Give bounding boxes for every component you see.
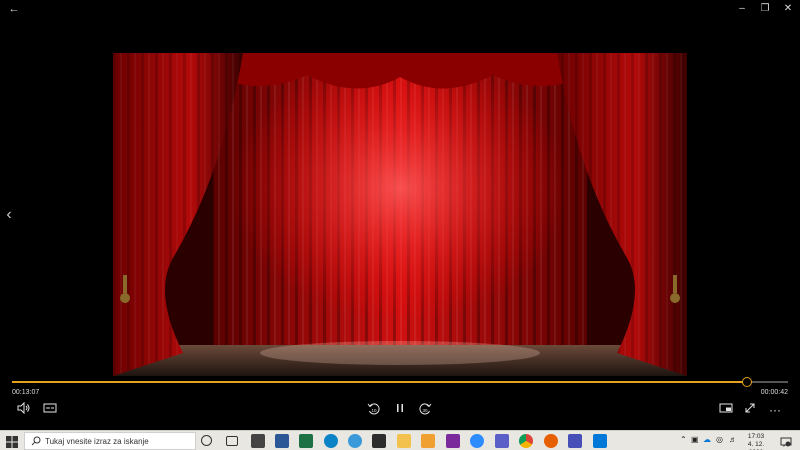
clock-time: 17:03 (747, 433, 765, 440)
chevron-left-icon: ‹ (6, 206, 12, 223)
maximize-icon: ❐ (760, 3, 770, 14)
seek-bar[interactable] (12, 377, 788, 387)
taskbar: Tukaj vnesite izraz za iskanje ⌃ ▣ ☁ ◎ ♬… (0, 430, 800, 450)
notification-button[interactable] (780, 435, 792, 447)
maximize-button[interactable]: ❐ (753, 0, 777, 18)
start-button[interactable] (6, 435, 18, 448)
arrow-left-icon: ← (8, 3, 20, 15)
onedrive-icon[interactable]: ☁ (703, 435, 711, 444)
file-explorer-icon[interactable] (397, 434, 411, 448)
skip-back-10-icon: 10 (367, 403, 380, 415)
svg-text:30: 30 (423, 408, 429, 413)
pause-icon (397, 404, 403, 412)
teams-2-icon[interactable] (568, 434, 582, 448)
task-view-icon[interactable] (226, 436, 238, 446)
close-icon: ✕ (783, 3, 793, 14)
windows-icon (6, 436, 18, 448)
mini-view-icon (719, 403, 733, 413)
seek-thumb[interactable] (741, 377, 752, 387)
tray-network-icon[interactable]: ▣ (691, 435, 699, 444)
remaining-time: 00:00:42 (760, 389, 788, 396)
svg-text:10: 10 (372, 408, 378, 413)
excel-icon[interactable] (299, 434, 313, 448)
photos-icon[interactable] (421, 434, 435, 448)
search-icon (31, 436, 41, 446)
forward-30-button[interactable]: 30 (417, 402, 433, 418)
edge-icon[interactable] (324, 434, 338, 448)
subtitles-button[interactable] (42, 402, 58, 418)
store-icon[interactable] (251, 434, 265, 448)
more-options-button[interactable]: ··· (766, 402, 784, 418)
speaker-icon[interactable]: ♬ (729, 435, 737, 444)
zoom-icon[interactable] (470, 434, 484, 448)
more-icon: ··· (769, 403, 781, 417)
previous-button[interactable]: ‹ (2, 205, 16, 225)
fullscreen-icon (745, 403, 755, 413)
volume-icon (17, 402, 30, 414)
elapsed-time: 00:13:07 (12, 389, 40, 396)
tray-chevron-icon[interactable]: ⌃ (680, 435, 687, 444)
volume-button[interactable] (16, 402, 32, 418)
seek-progress (12, 381, 747, 383)
stage-curtain-image (113, 53, 687, 376)
chrome-icon[interactable] (519, 434, 533, 448)
minimize-icon: – (739, 3, 745, 14)
sticky-notes-icon[interactable] (372, 434, 386, 448)
firefox-icon[interactable] (544, 434, 558, 448)
search-placeholder: Tukaj vnesite izraz za iskanje (45, 437, 149, 446)
rewind-10-button[interactable]: 10 (366, 402, 382, 418)
notification-icon (780, 437, 792, 447)
fullscreen-button[interactable] (742, 402, 758, 418)
onenote-icon[interactable] (446, 434, 460, 448)
teams-icon[interactable] (495, 434, 509, 448)
close-button[interactable]: ✕ (776, 0, 800, 18)
mini-view-button[interactable] (717, 402, 735, 418)
back-button[interactable]: ← (2, 0, 26, 18)
skip-forward-30-icon: 30 (419, 403, 432, 415)
word-icon[interactable] (275, 434, 289, 448)
taskbar-search[interactable]: Tukaj vnesite izraz za iskanje (24, 432, 196, 450)
pause-button[interactable] (392, 402, 408, 418)
cortana-icon[interactable] (201, 435, 212, 446)
clock-date: 4. 12. 2020 (747, 441, 765, 450)
wifi-icon[interactable]: ◎ (716, 435, 723, 444)
taskbar-clock[interactable]: 17:03 4. 12. 2020 (742, 433, 770, 450)
subtitles-icon (43, 403, 57, 413)
browser-icon[interactable] (348, 434, 362, 448)
video-frame[interactable] (113, 53, 687, 376)
movies-tv-icon[interactable] (593, 434, 607, 448)
minimize-button[interactable]: – (730, 0, 754, 18)
title-bar: ← – ❐ ✕ (0, 0, 800, 18)
